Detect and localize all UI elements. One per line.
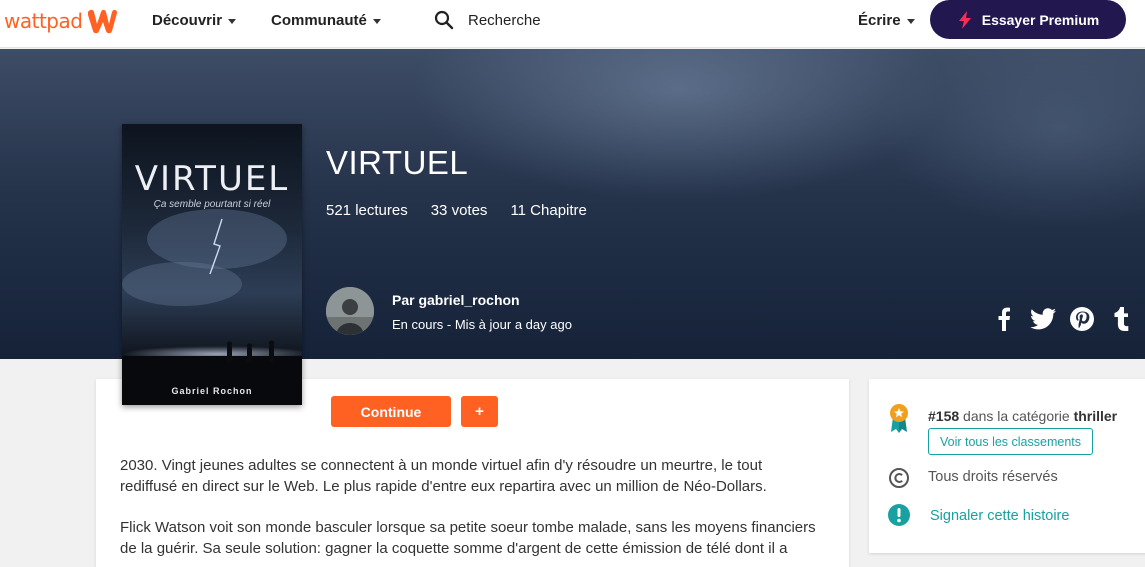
rank-category[interactable]: thriller [1074,408,1118,424]
story-title: VIRTUEL [326,144,469,181]
search-icon [434,10,454,30]
chevron-down-icon [372,19,381,24]
discover-label: Découvrir [152,12,223,29]
cover-subtitle: Ça semble pourtant si réel [153,199,271,210]
votes-count: 33 votes [430,202,488,219]
chevron-down-icon [906,19,915,24]
tumblr-icon[interactable] [1107,305,1135,333]
author-avatar[interactable] [326,287,374,335]
facebook-icon[interactable] [990,305,1018,333]
report-story-link[interactable]: Signaler cette histoire [930,508,1069,524]
logo-text: wattpad [4,9,83,33]
ranking-text: #158 dans la catégorie thriller [928,408,1117,424]
continue-reading-button[interactable]: Continue [331,396,451,427]
top-navbar: wattpad Découvrir Communauté Recherche É… [0,0,1145,48]
view-all-rankings-button[interactable]: Voir tous les classements [928,428,1093,455]
pinterest-icon[interactable] [1068,305,1096,333]
description-line: 2030. Vingt jeunes adultes se connectent… [120,457,763,474]
chevron-down-icon [228,19,237,24]
cover-title: VIRTUEL [134,159,290,199]
author-link[interactable]: Par gabriel_rochon [392,292,520,308]
chapters-count: 11 Chapitre [510,202,587,219]
description-line: rediffusé en direct sur le Web. Le plus … [120,478,767,495]
community-menu[interactable]: Communauté [271,12,381,29]
description-line: Flick Watson voit son monde basculer lor… [120,519,816,536]
story-stats: 521 lectures 33 votes 11 Chapitre [326,202,610,219]
write-menu[interactable]: Écrire [858,12,915,29]
search-field[interactable]: Recherche [434,10,541,30]
description-line: de la guérir. Sa seule solution: gagner … [120,540,788,557]
copyright-text: Tous droits réservés [928,469,1058,485]
rank-middle: dans la catégorie [959,408,1074,424]
cover-author: Gabriel Rochon [171,386,253,396]
ribbon-icon [888,403,910,438]
lightning-icon [957,10,973,29]
rank-number: #158 [928,408,960,424]
wattpad-w-logo-icon [88,9,118,34]
copyright-icon [888,467,910,494]
story-status: En cours - Mis à jour a day ago [392,317,572,332]
alert-icon [887,503,911,532]
discover-menu[interactable]: Découvrir [152,12,237,29]
wattpad-logo[interactable]: wattpad [4,6,119,36]
premium-label: Essayer Premium [981,11,1100,28]
write-label: Écrire [858,12,901,29]
community-label: Communauté [271,12,367,29]
add-to-library-button[interactable]: + [461,396,498,427]
search-input[interactable]: Recherche [468,12,541,29]
twitter-icon[interactable] [1029,305,1057,333]
story-cover-image[interactable]: VIRTUEL Ça semble pourtant si réel Gabri… [122,124,302,405]
reads-count: 521 lectures [326,202,408,219]
try-premium-button[interactable]: Essayer Premium [930,0,1126,39]
